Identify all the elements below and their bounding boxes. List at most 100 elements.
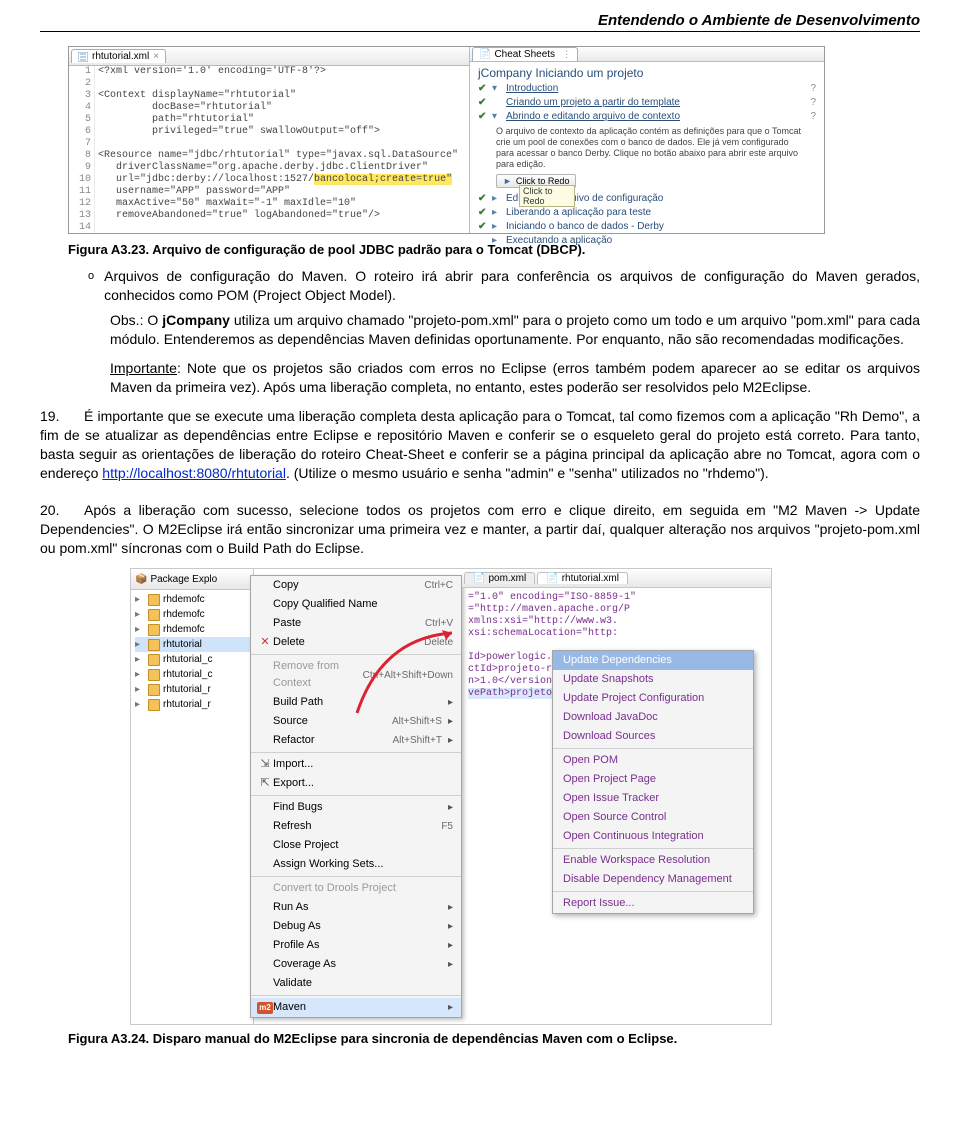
menu-shortcut: Ctrl+V (425, 615, 453, 632)
obs-prefix: Obs.: O (110, 312, 162, 328)
editor-tab[interactable]: 📄 pom.xml (464, 572, 535, 584)
cheatsheet-item-label: Liberando a aplicação para teste (506, 206, 651, 220)
cheatsheet-item[interactable]: ✔ ▸ Liberando a aplicação para teste (470, 206, 824, 220)
menu-item-label: Build Path (273, 694, 442, 711)
expand-icon[interactable]: ▸ (135, 637, 145, 652)
submenu-item[interactable]: Open Issue Tracker (553, 789, 753, 808)
project-item[interactable]: ▸ rhdemofc (135, 592, 253, 607)
project-item[interactable]: ▸ rhtutorial_r (135, 682, 253, 697)
cheatsheet-item-label: Abrindo e editando arquivo de contexto (506, 110, 680, 124)
menu-icon: ⇱ (260, 775, 269, 792)
submenu-item[interactable]: Open POM (553, 751, 753, 770)
menu-shortcut: Alt+Shift+S (392, 713, 442, 730)
expand-icon[interactable]: ▸ (135, 652, 145, 667)
menu-item[interactable]: Refactor Alt+Shift+T (251, 731, 461, 750)
submenu-item[interactable]: Open Source Control (553, 808, 753, 827)
menu-item[interactable]: ✕ Delete Delete (251, 633, 461, 652)
check-icon: ✔ (478, 206, 488, 220)
help-icon[interactable]: ? (810, 96, 816, 110)
submenu-item[interactable]: Disable Dependency Management (553, 870, 753, 889)
editor-tab[interactable]: 📄 rhtutorial.xml (537, 572, 628, 584)
package-explorer[interactable]: 📦 Package Explo ▸ rhdemofc ▸ rhdemofc ▸ … (131, 569, 254, 1024)
project-item[interactable]: ▸ rhtutorial_c (135, 652, 253, 667)
bullet-maven-files: o Arquivos de configuração do Maven. O r… (88, 267, 920, 305)
expand-icon[interactable]: ▸ (135, 607, 145, 622)
help-icon[interactable]: ? (810, 82, 816, 96)
context-menu[interactable]: Copy Ctrl+C Copy Qualified Name Paste Ct… (250, 575, 462, 1018)
menu-item[interactable]: ⇲ Import... (251, 755, 461, 774)
package-explorer-header: 📦 Package Explo (131, 569, 253, 590)
submenu-item[interactable]: Update Dependencies (553, 651, 753, 670)
submenu-item[interactable]: Update Snapshots (553, 670, 753, 689)
submenu-item[interactable]: Report Issue... (553, 894, 753, 913)
editor-tab-label: rhtutorial.xml (562, 573, 619, 584)
localhost-link[interactable]: http://localhost:8080/rhtutorial (102, 465, 286, 481)
editor-tab-rhtutorial[interactable]: rhtutorial.xml × (71, 49, 166, 63)
cheatsheet-item-label: Iniciando o banco de dados - Derby (506, 220, 664, 234)
editor-tab-label: pom.xml (488, 573, 526, 584)
menu-item[interactable]: Validate (251, 974, 461, 993)
project-icon (148, 594, 160, 606)
menu-item-label: Copy (273, 577, 424, 594)
project-item[interactable]: ▸ rhtutorial_r (135, 697, 253, 712)
submenu-item[interactable]: Open Project Page (553, 770, 753, 789)
menu-item[interactable]: m2 Maven (251, 998, 461, 1017)
menu-item-label: Run As (273, 899, 442, 916)
click-to-redo-button[interactable]: ► Click to Redo Click to Redo (496, 174, 576, 188)
project-item[interactable]: ▸ rhtutorial_c (135, 667, 253, 682)
menu-item[interactable]: Debug As (251, 917, 461, 936)
check-icon: ✔ (478, 82, 488, 96)
tooltip: Click to Redo (519, 185, 575, 207)
cheatsheet-item[interactable]: ✔ Criando um projeto a partir do templat… (470, 96, 824, 110)
menu-item[interactable]: Find Bugs (251, 798, 461, 817)
close-icon[interactable]: × (153, 51, 159, 62)
menu-item[interactable]: Assign Working Sets... (251, 855, 461, 874)
menu-item[interactable]: Run As (251, 898, 461, 917)
menu-item[interactable]: Copy Qualified Name (251, 595, 461, 614)
p19-text-b: . (Utilize o mesmo usuário e senha "admi… (286, 465, 769, 481)
menu-shortcut: Delete (424, 634, 453, 651)
code-area[interactable]: <?xml version='1.0' encoding='UTF-8'?> <… (95, 66, 458, 233)
menu-item-label: Remove from Context (273, 658, 363, 692)
editor-code[interactable]: ="1.0" encoding="ISO-8859-1" ="http://ma… (462, 588, 771, 704)
submenu-item[interactable]: Download JavaDoc (553, 708, 753, 727)
project-item[interactable]: ▸ rhtutorial (135, 637, 253, 652)
project-item[interactable]: ▸ rhdemofc (135, 622, 253, 637)
cheatsheets-tabbar: 📄 Cheat Sheets ⋮ (470, 47, 824, 62)
cheatsheet-item[interactable]: ✔ ▾ Abrindo e editando arquivo de contex… (470, 110, 824, 124)
expand-icon[interactable]: ▸ (135, 697, 145, 712)
expand-icon[interactable]: ▸ (135, 592, 145, 607)
menu-item[interactable]: Profile As (251, 936, 461, 955)
menu-item[interactable]: Build Path (251, 693, 461, 712)
num-19: 19. (40, 407, 84, 426)
menu-item[interactable]: Close Project (251, 836, 461, 855)
cheatsheet-title: jCompany Iniciando um projeto (470, 62, 824, 82)
submenu-item[interactable]: Open Continuous Integration (553, 827, 753, 846)
cheatsheets-tab[interactable]: 📄 Cheat Sheets ⋮ (472, 47, 578, 61)
expand-icon[interactable]: ▸ (135, 682, 145, 697)
cheatsheet-icon: 📄 (479, 49, 491, 60)
menu-item[interactable]: Refresh F5 (251, 817, 461, 836)
menu-item[interactable]: Coverage As (251, 955, 461, 974)
submenu-item[interactable]: Download Sources (553, 727, 753, 746)
menu-item[interactable]: ⇱ Export... (251, 774, 461, 793)
submenu-item[interactable]: Update Project Configuration (553, 689, 753, 708)
maven-submenu[interactable]: Update DependenciesUpdate SnapshotsUpdat… (552, 650, 754, 914)
menu-item-label: Delete (273, 634, 424, 651)
cheatsheet-item[interactable]: ✔ ▾ Introduction ? (470, 82, 824, 96)
menu-item[interactable]: Source Alt+Shift+S (251, 712, 461, 731)
menu-item-label: Export... (273, 775, 453, 792)
help-icon[interactable]: ? (810, 110, 816, 124)
project-item[interactable]: ▸ rhdemofc (135, 607, 253, 622)
arrow-icon: ▾ (492, 82, 502, 96)
expand-icon[interactable]: ▸ (135, 667, 145, 682)
package-icon: 📦 (135, 574, 147, 585)
menu-item[interactable]: Paste Ctrl+V (251, 614, 461, 633)
expand-icon[interactable]: ▸ (135, 622, 145, 637)
menu-item[interactable]: Copy Ctrl+C (251, 576, 461, 595)
submenu-item[interactable]: Enable Workspace Resolution (553, 851, 753, 870)
cheatsheet-item[interactable]: ✔ ▸ Iniciando o banco de dados - Derby (470, 220, 824, 234)
check-icon: ✔ (478, 96, 488, 110)
line-gutter: 12345678910111213141516 (69, 66, 95, 233)
menu-item-label: Convert to Drools Project (273, 880, 453, 897)
